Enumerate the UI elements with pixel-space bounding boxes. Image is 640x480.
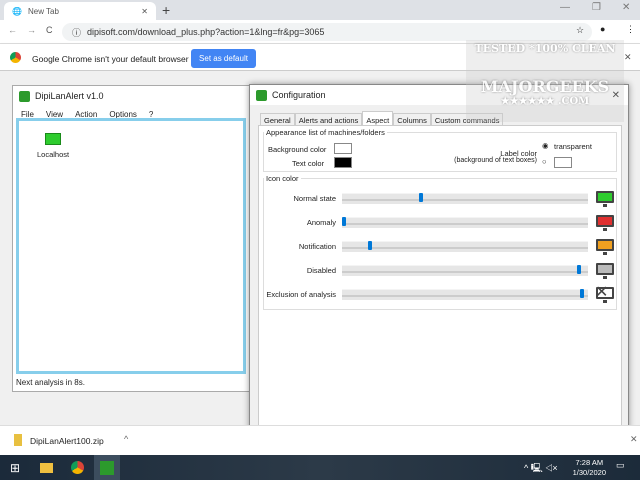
slider-label: Normal state	[293, 194, 336, 203]
majorgeeks-watermark: TESTED *100% CLEAN MAJORGEEKS ★★★★★★ .CO…	[466, 40, 624, 122]
new-tab-button[interactable]: +	[162, 2, 170, 18]
reload-icon[interactable]: C	[46, 25, 53, 35]
color-slider[interactable]	[342, 241, 588, 252]
machine-item[interactable]: Localhost	[37, 133, 69, 159]
set-default-button[interactable]: Set as default	[191, 49, 256, 68]
tab-title: New Tab	[27, 6, 59, 16]
dipilanalert-taskbar-icon[interactable]	[94, 455, 120, 480]
slider-thumb[interactable]	[368, 241, 373, 250]
slider-label: Notification	[298, 242, 336, 251]
dipilanalert-window: DipiLanAlert v1.0 File View Action Optio…	[12, 85, 250, 392]
machine-list: Localhost	[19, 121, 243, 371]
bg-color-swatch[interactable]	[334, 143, 352, 154]
globe-icon: 🌐	[12, 6, 22, 16]
zip-file-icon	[14, 434, 22, 446]
appearance-group: Appearance list of machines/folders Back…	[263, 128, 617, 172]
slider-thumb[interactable]	[418, 193, 423, 202]
bg-color-label: Background color	[268, 145, 327, 154]
configuration-dialog: Configuration ✕ General Alerts and action…	[249, 84, 629, 456]
aspect-page: Appearance list of machines/folders Back…	[258, 125, 622, 451]
back-icon[interactable]: ←	[8, 25, 17, 35]
close-download-bar-icon[interactable]: ✕	[630, 434, 638, 445]
color-slider[interactable]	[342, 193, 588, 204]
text-color-label: Text color	[292, 159, 325, 168]
clock-time: 7:28 AM	[575, 458, 604, 467]
tab-strip: 🌐 New Tab ✕ + — ❐ ✕	[0, 0, 640, 20]
machine-label: Localhost	[37, 150, 70, 159]
status-bar: Next analysis in 8s.	[16, 378, 85, 387]
monitor-icon	[45, 133, 62, 145]
chevron-up-icon[interactable]: ^	[124, 434, 128, 444]
notifications-icon[interactable]: ▭	[616, 460, 625, 471]
taskbar: ⊞ ^ 🖳 ◁× 7:28 AM 1/30/2020 ▭	[0, 455, 640, 480]
dialog-title: Configuration	[272, 90, 326, 100]
file-explorer-icon[interactable]	[33, 455, 59, 480]
dipi-titlebar: DipiLanAlert v1.0	[13, 86, 249, 106]
transparent-radio[interactable]: ◉	[542, 141, 549, 150]
slider-thumb[interactable]	[577, 265, 582, 274]
transparent-label: transparent	[554, 142, 592, 151]
slider-thumb[interactable]	[342, 217, 346, 226]
close-infobar-icon[interactable]: ✕	[624, 52, 632, 63]
profile-icon[interactable]: ●	[600, 24, 605, 34]
appearance-legend: Appearance list of machines/folders	[266, 128, 385, 137]
icon-color-legend: Icon color	[266, 174, 299, 183]
info-icon: ⓘ	[72, 27, 82, 38]
color-slider[interactable]	[342, 289, 588, 300]
window-title: DipiLanAlert v1.0	[35, 91, 104, 101]
clock[interactable]: 7:28 AM 1/30/2020	[573, 458, 606, 478]
tab-new-tab[interactable]: 🌐 New Tab ✕	[4, 2, 156, 20]
custom-color-radio[interactable]: ○	[542, 157, 547, 166]
slider-label: Anomaly	[306, 218, 336, 227]
chrome-taskbar-icon[interactable]	[64, 455, 90, 480]
label-color-sub: (background of text boxes)	[454, 157, 537, 164]
slider-label: Disabled	[306, 266, 336, 275]
star-icon[interactable]: ☆	[576, 25, 584, 36]
icon-color-group: Icon color Normal state Anomaly Notificati…	[263, 174, 617, 310]
machine-list-frame: Localhost	[16, 118, 246, 374]
tray-icons[interactable]: ^ 🖳 ◁×	[524, 461, 558, 477]
menu-icon[interactable]: ⋮	[626, 24, 635, 35]
restore-button[interactable]: ❐	[592, 2, 601, 13]
slider-label: Exclusion of analysis	[266, 290, 336, 299]
infobar-text: Google Chrome isn't your default browser	[32, 54, 189, 64]
color-slider[interactable]	[342, 265, 588, 276]
monitor-icon	[596, 263, 614, 279]
forward-icon[interactable]: →	[27, 25, 36, 35]
url-text: dipisoft.com/download_plus.php?action=1&…	[87, 27, 325, 37]
monitor-icon	[596, 191, 614, 207]
address-bar[interactable]: ⓘ dipisoft.com/download_plus.php?action=1…	[62, 23, 592, 41]
minimize-button[interactable]: —	[560, 2, 570, 13]
text-color-swatch[interactable]	[334, 157, 352, 168]
download-bar: DipiLanAlert100.zip ^ ✕	[0, 425, 640, 455]
color-slider[interactable]	[342, 217, 588, 228]
label-color-swatch[interactable]	[554, 157, 572, 168]
monitor-icon	[596, 215, 614, 231]
close-window-button[interactable]: ✕	[622, 2, 630, 13]
excluded-monitor-icon: ✕	[595, 285, 614, 303]
close-tab-icon[interactable]: ✕	[141, 7, 148, 16]
windows-start-icon[interactable]: ⊞	[2, 455, 28, 480]
chrome-icon	[10, 52, 21, 63]
app-icon	[256, 89, 267, 101]
slider-thumb[interactable]	[579, 289, 584, 298]
download-item[interactable]: DipiLanAlert100.zip	[30, 436, 104, 446]
monitor-icon	[596, 239, 614, 255]
app-icon	[19, 90, 30, 102]
clock-date: 1/30/2020	[572, 468, 606, 477]
